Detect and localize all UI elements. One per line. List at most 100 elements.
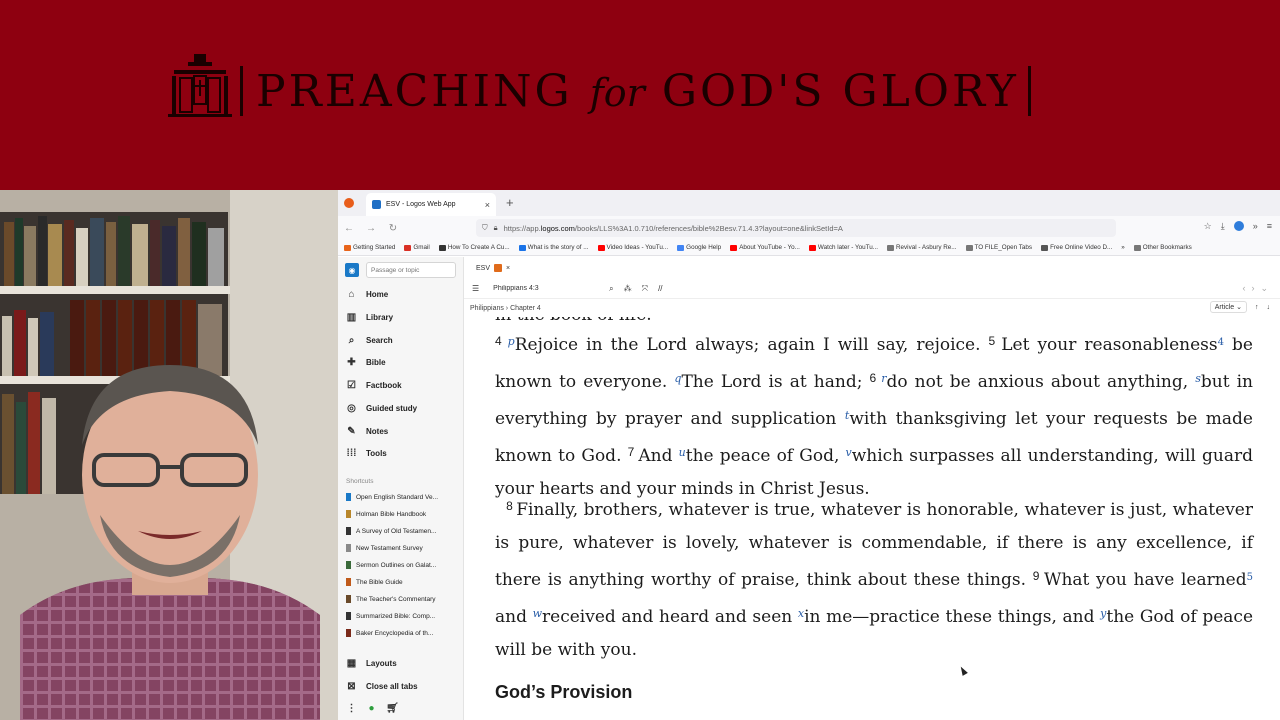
passage-search-input[interactable] [366, 262, 456, 278]
webcam-feed [0, 190, 338, 720]
tab-bar: ESV - Logos Web App × + [338, 190, 1280, 216]
lock-icon: 🔒︎ [493, 223, 498, 232]
sidebar-item-search[interactable]: ⌕ Search [346, 335, 393, 346]
back-icon[interactable]: ← [338, 223, 360, 234]
bookmark-folder[interactable]: Other Bookmarks [1133, 244, 1192, 251]
panel-tab-esv[interactable]: ESV × [476, 264, 510, 272]
reader-toolbar: ☰ ⌕ ⁂ ⤧ // ‹ › ⌄ [464, 279, 1280, 299]
scroll-down-icon[interactable]: ↓ [1267, 304, 1271, 311]
prev-icon[interactable]: ‹ [1242, 283, 1245, 294]
close-panel-tab-icon[interactable]: × [506, 265, 510, 272]
cart-icon[interactable]: 🛒︎ [386, 703, 399, 714]
bookmark-item[interactable]: Gmail [404, 244, 430, 251]
logos-app-icon[interactable]: ◉ [345, 263, 359, 277]
shortcut-item[interactable]: The Bible Guide [346, 578, 403, 586]
bookmark-folder[interactable]: TO FILE_Open Tabs [965, 244, 1032, 251]
bookmark-favicon-icon [597, 244, 605, 251]
panel-more-icon[interactable]: ⌄ [1260, 283, 1268, 294]
url-text: https://app.logos.com/books/LLS%3A1.0.71… [503, 223, 843, 233]
folder-icon [886, 244, 894, 251]
profile-icon[interactable] [1233, 221, 1244, 231]
star-icon[interactable]: ☆ [1204, 221, 1212, 232]
bookmark-item[interactable]: Watch later - YouTu... [808, 244, 878, 251]
bookmark-item[interactable]: How To Create A Cu... [438, 244, 510, 251]
scrolled-line: in the book of life. [495, 317, 652, 325]
toolbar-right: ‹ › ⌄ [1242, 283, 1268, 294]
shortcut-item[interactable]: Open English Standard Ve... [346, 493, 438, 501]
shelf [0, 286, 230, 294]
banner-title: PREACHING for GOD'S GLORY [256, 66, 1019, 117]
bookmark-item[interactable]: What is the story of ... [518, 244, 589, 251]
forward-icon[interactable]: → [360, 223, 382, 234]
download-icon[interactable]: ⤓ [1221, 221, 1225, 232]
sidebar-item-library[interactable]: ▥ Library [346, 312, 393, 323]
visual-filter-icon[interactable]: ⁂ [624, 284, 632, 293]
tools-icon: ⁞⁞⁞ [346, 448, 357, 459]
close-tabs-icon: ⊠ [347, 681, 356, 692]
sidebar-footer: ⋮ ● 🛒︎ [346, 703, 399, 714]
shortcut-item[interactable]: Sermon Outlines on Galat... [346, 561, 436, 569]
panel-tabs: ESV × [464, 257, 1280, 279]
breadcrumb[interactable]: Philippians › Chapter 4 [470, 305, 541, 312]
sidebar-item-layouts[interactable]: ▦ Layouts [346, 658, 397, 669]
sidebar-item-notes[interactable]: ✎ Notes [346, 426, 388, 437]
shortcut-item[interactable]: Summarized Bible: Comp... [346, 612, 435, 620]
scroll-up-icon[interactable]: ↑ [1255, 304, 1259, 311]
bookmark-item[interactable]: Google Help [677, 244, 721, 251]
url-bar[interactable]: ⛉ 🔒︎ https://app.logos.com/books/LLS%3A1… [476, 219, 1116, 237]
extensions-icon[interactable]: » [1253, 221, 1258, 232]
pulpit-logo-icon [168, 54, 232, 117]
sidebar-item-tools[interactable]: ⁞⁞⁞ Tools [346, 448, 387, 459]
sidebar-item-guided-study[interactable]: ◎ Guided study [346, 403, 417, 414]
browser-window: ESV - Logos Web App × + ← → ↻ ⛉ 🔒︎ https… [338, 190, 1280, 720]
layouts-icon: ▦ [346, 658, 357, 669]
bookmark-favicon-icon [404, 244, 412, 251]
menu-icon[interactable]: ≡ [1267, 221, 1272, 232]
more-icon[interactable]: ⋮ [346, 703, 357, 714]
sidebar-item-home[interactable]: ⌂ Home [346, 289, 388, 300]
bookmark-item[interactable]: Free Online Video D... [1041, 244, 1112, 251]
bookmark-item[interactable]: About YouTube - Yo... [730, 244, 800, 251]
section-heading: God’s Provision [495, 682, 633, 702]
bible-text: in the book of life. 4 pRejoice in the L… [495, 317, 1255, 720]
bookmark-favicon-icon [518, 244, 526, 251]
logos-favicon-icon [372, 200, 381, 209]
parallel-icon[interactable]: // [658, 284, 662, 293]
bible-paragraph: 8 Finally, brothers, whatever is true, w… [495, 499, 1254, 660]
sidebar-item-bible[interactable]: ✚ Bible [346, 357, 385, 368]
search-icon[interactable]: ⌕ [609, 284, 613, 294]
shortcut-item[interactable]: A Survey of Old Testamen... [346, 527, 436, 535]
book-icon [346, 595, 351, 603]
reference-input[interactable] [489, 281, 600, 296]
shortcut-item[interactable]: New Testament Survey [346, 544, 423, 552]
book-icon [346, 612, 351, 620]
book-icon [346, 510, 351, 518]
reload-icon[interactable]: ↻ [382, 223, 404, 234]
bookmark-folder[interactable]: Revival - Asbury Re... [886, 244, 957, 251]
bookmark-overflow-icon[interactable]: » [1121, 244, 1125, 251]
browser-tab-esv[interactable]: ESV - Logos Web App × [366, 193, 496, 216]
faithlife-icon[interactable]: ● [366, 703, 377, 714]
folder-icon [1133, 244, 1141, 251]
bible-icon: ✚ [347, 357, 356, 368]
sidebar-item-close-all-tabs[interactable]: ⊠ Close all tabs [346, 681, 417, 692]
interlinear-icon[interactable]: ⤧ [642, 284, 648, 294]
bookmark-item[interactable]: Getting Started [344, 244, 395, 251]
sidebar-item-factbook[interactable]: ☑ Factbook [346, 380, 402, 391]
next-icon[interactable]: › [1251, 283, 1254, 294]
bookmark-item[interactable]: Video Ideas - YouTu... [597, 244, 668, 251]
panel-menu-icon[interactable]: ☰ [472, 284, 479, 293]
shortcut-item[interactable]: Baker Encyclopedia of th... [346, 629, 433, 637]
shortcut-item[interactable]: Holman Bible Handbook [346, 510, 426, 518]
panel-badge-icon [494, 264, 503, 272]
nav-toolbar-right: ☆ ⤓ » ≡ [1204, 221, 1272, 232]
logos-sidebar: ◉ ⌂Home ▥Library ⌕Search ✚Bible ☑Factboo… [338, 257, 464, 720]
factbook-icon: ☑ [347, 380, 356, 391]
view-controls: Article ⌄ ↑ ↓ [1209, 301, 1271, 313]
new-tab-icon[interactable]: + [506, 195, 514, 210]
book-icon [346, 578, 351, 586]
folder-icon [965, 244, 973, 251]
close-tab-icon[interactable]: × [485, 200, 490, 210]
view-mode-select[interactable]: Article ⌄ [1209, 301, 1247, 313]
shortcut-item[interactable]: The Teacher's Commentary [346, 595, 436, 603]
